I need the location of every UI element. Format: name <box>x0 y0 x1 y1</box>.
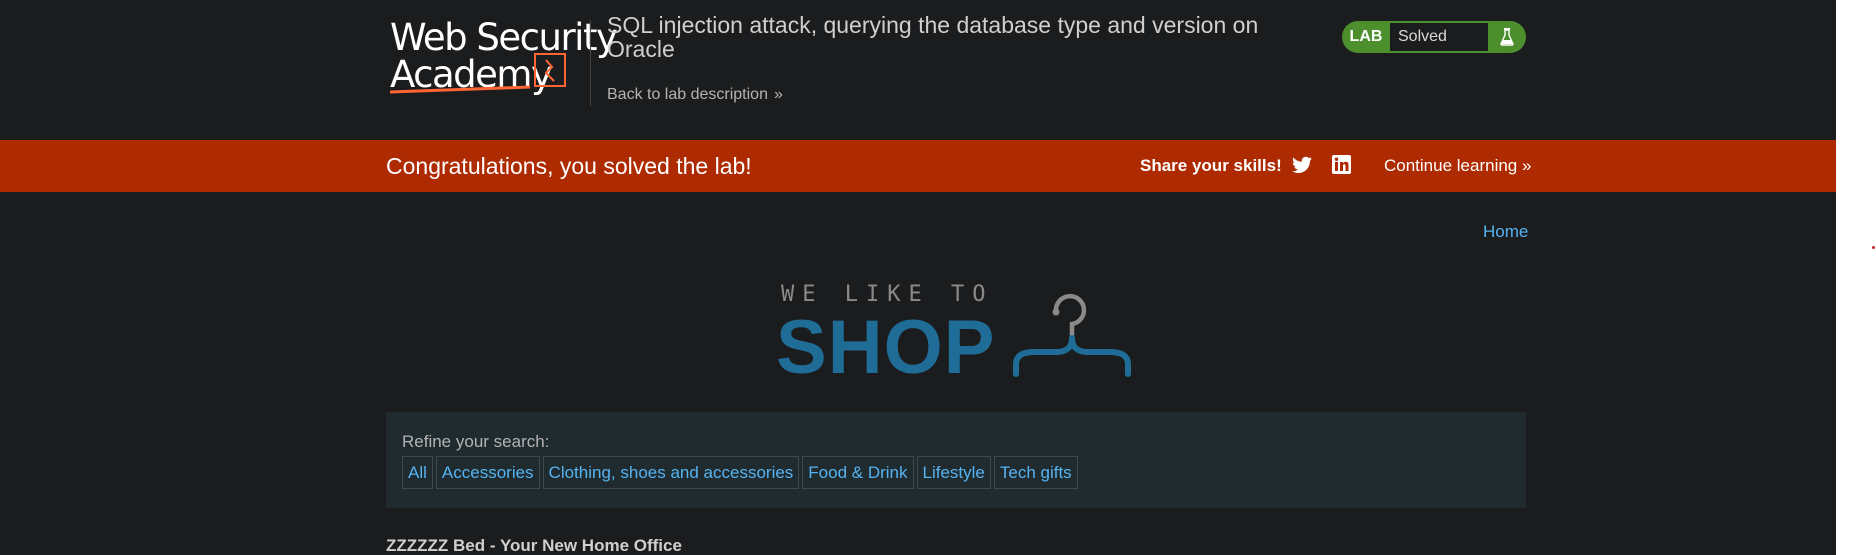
lab-badge-status: Solved <box>1390 23 1488 51</box>
page: Web Security Academy SQL injection attac… <box>0 0 1836 555</box>
category-clothing[interactable]: Clothing, shoes and accessories <box>542 456 800 489</box>
product-title: ZZZZZZ Bed - Your New Home Office <box>386 536 682 555</box>
refine-search-label: Refine your search: <box>402 432 550 451</box>
page-gutter <box>1836 0 1876 555</box>
lab-badge-label: LAB <box>1349 28 1383 45</box>
solved-banner: Congratulations, you solved the lab! Sha… <box>0 140 1836 192</box>
we-like-to-shop-logo: WE LIKE TO SHOP <box>776 280 1136 390</box>
gutter-dot <box>1872 246 1875 249</box>
back-link-label: Back to lab description <box>607 86 768 103</box>
category-lifestyle[interactable]: Lifestyle <box>916 456 991 489</box>
linkedin-icon[interactable] <box>1332 155 1351 174</box>
filter-panel: Refine your search: All Accessories Clot… <box>386 412 1526 508</box>
web-security-academy-logo[interactable]: Web Security Academy <box>386 16 618 96</box>
continue-learning-label: Continue learning <box>1384 156 1518 175</box>
hanger-icon <box>1013 293 1131 377</box>
twitter-icon[interactable] <box>1292 156 1312 174</box>
logo-bolt-icon <box>534 53 566 87</box>
home-link[interactable]: Home <box>1483 222 1528 242</box>
continue-learning-link[interactable]: Continue learning » <box>1384 156 1531 176</box>
lab-status-badge: LAB Solved <box>1342 21 1526 53</box>
category-food-drink[interactable]: Food & Drink <box>802 456 914 489</box>
category-accessories[interactable]: Accessories <box>435 456 540 489</box>
back-to-lab-description-link[interactable]: Back to lab description » <box>607 86 783 104</box>
category-list: All Accessories Clothing, shoes and acce… <box>402 456 1078 489</box>
category-all[interactable]: All <box>402 456 433 489</box>
flask-icon <box>1488 28 1526 46</box>
category-tech-gifts[interactable]: Tech gifts <box>993 456 1078 489</box>
lab-title: SQL injection attack, querying the datab… <box>607 12 1259 62</box>
double-chevron-icon: » <box>1522 156 1532 175</box>
congratulations-message: Congratulations, you solved the lab! <box>386 153 752 179</box>
shop-logo-word: SHOP <box>776 305 996 390</box>
double-chevron-icon: » <box>773 86 783 103</box>
share-skills-label: Share your skills! <box>1140 156 1282 175</box>
header-divider <box>590 20 591 106</box>
